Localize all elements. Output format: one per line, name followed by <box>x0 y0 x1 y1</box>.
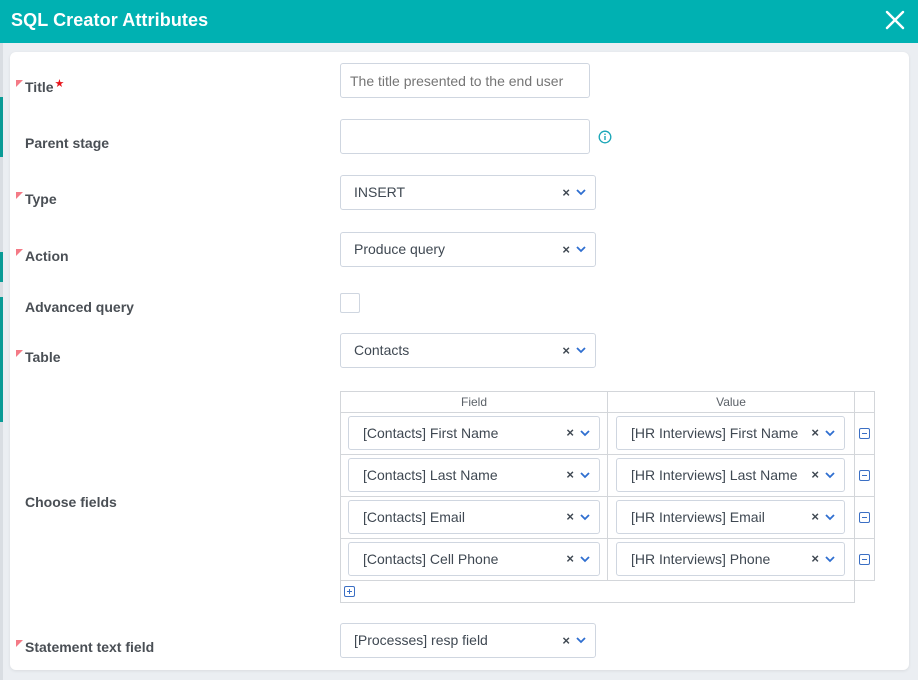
action-value: Produce query <box>354 241 446 257</box>
value-value: [HR Interviews] Email <box>631 509 765 525</box>
type-select[interactable]: INSERT × <box>340 175 596 210</box>
chevron-down-icon[interactable] <box>825 555 835 563</box>
table-value: Contacts <box>354 342 410 358</box>
field-value: [Contacts] Cell Phone <box>363 551 499 567</box>
chevron-down-icon[interactable] <box>580 555 590 563</box>
chevron-down-icon[interactable] <box>580 471 590 479</box>
required-flag-icon <box>16 249 23 256</box>
chevron-down-icon[interactable] <box>580 429 590 437</box>
close-icon[interactable] <box>884 9 906 31</box>
clear-icon[interactable]: × <box>811 501 819 533</box>
remove-row-icon[interactable] <box>859 512 870 523</box>
required-flag-icon <box>16 350 23 357</box>
value-select[interactable]: [HR Interviews] Phone × <box>616 542 845 576</box>
clear-icon[interactable]: × <box>562 624 570 657</box>
grid-border <box>340 580 875 581</box>
dialog-header: SQL Creator Attributes <box>0 0 918 43</box>
table-label: Table <box>25 349 61 365</box>
parent-stage-label: Parent stage <box>25 135 110 151</box>
clear-icon[interactable]: × <box>566 543 574 575</box>
clear-icon[interactable]: × <box>562 334 570 367</box>
background-accent <box>0 97 3 157</box>
chevron-down-icon[interactable] <box>576 188 586 196</box>
parent-stage-input[interactable] <box>340 119 590 154</box>
value-select[interactable]: [HR Interviews] Last Name × <box>616 458 845 492</box>
type-value: INSERT <box>354 184 406 200</box>
value-value: [HR Interviews] First Name <box>631 425 799 441</box>
chevron-down-icon[interactable] <box>825 429 835 437</box>
value-value: [HR Interviews] Last Name <box>631 467 798 483</box>
remove-row-icon[interactable] <box>859 428 870 439</box>
field-value: [Contacts] Last Name <box>363 467 498 483</box>
grid-border <box>340 391 341 603</box>
clear-icon[interactable]: × <box>562 176 570 209</box>
add-row-icon[interactable] <box>344 586 355 597</box>
grid-border <box>340 496 875 497</box>
column-header-field: Field <box>460 395 487 409</box>
value-select[interactable]: [HR Interviews] Email × <box>616 500 845 534</box>
chevron-down-icon[interactable] <box>580 513 590 521</box>
field-value: [Contacts] First Name <box>363 425 499 441</box>
field-select[interactable]: [Contacts] Email × <box>348 500 600 534</box>
grid-border <box>854 391 855 603</box>
advanced-query-checkbox[interactable] <box>340 293 360 313</box>
choose-fields-label: Choose fields <box>25 494 117 510</box>
value-value: [HR Interviews] Phone <box>631 551 771 567</box>
value-select[interactable]: [HR Interviews] First Name × <box>616 416 845 450</box>
grid-border <box>340 602 855 603</box>
required-star-icon: ★ <box>54 78 65 90</box>
required-flag-icon <box>16 80 23 87</box>
clear-icon[interactable]: × <box>811 543 819 575</box>
title-label-text: Title <box>25 79 54 95</box>
background-accent <box>0 252 3 282</box>
dialog-title: SQL Creator Attributes <box>11 10 209 30</box>
grid-border <box>340 412 875 413</box>
clear-icon[interactable]: × <box>811 459 819 491</box>
field-mapping-grid: Field Value [Contacts] First Name × [HR … <box>340 391 875 603</box>
background-strip <box>0 42 3 680</box>
statement-text-field-label: Statement text field <box>25 639 155 655</box>
field-select[interactable]: [Contacts] Cell Phone × <box>348 542 600 576</box>
field-select[interactable]: [Contacts] Last Name × <box>348 458 600 492</box>
chevron-down-icon[interactable] <box>576 636 586 644</box>
statement-text-field-value: [Processes] resp field <box>354 632 488 648</box>
remove-row-icon[interactable] <box>859 470 870 481</box>
chevron-down-icon[interactable] <box>576 346 586 354</box>
remove-row-icon[interactable] <box>859 554 870 565</box>
field-select[interactable]: [Contacts] First Name × <box>348 416 600 450</box>
table-select[interactable]: Contacts × <box>340 333 596 368</box>
clear-icon[interactable]: × <box>566 459 574 491</box>
title-input[interactable] <box>340 63 590 98</box>
chevron-down-icon[interactable] <box>825 513 835 521</box>
action-select[interactable]: Produce query × <box>340 232 596 267</box>
clear-icon[interactable]: × <box>566 501 574 533</box>
title-label: Title★ <box>25 78 65 95</box>
required-flag-icon <box>16 192 23 199</box>
statement-text-field-select[interactable]: [Processes] resp field × <box>340 623 596 658</box>
action-label: Action <box>25 248 69 264</box>
clear-icon[interactable]: × <box>562 233 570 266</box>
grid-border <box>340 538 875 539</box>
clear-icon[interactable]: × <box>811 417 819 449</box>
background-accent <box>0 297 3 422</box>
grid-border <box>874 391 875 581</box>
info-icon[interactable] <box>598 130 612 144</box>
grid-border <box>607 391 608 580</box>
required-flag-icon <box>16 640 23 647</box>
field-value: [Contacts] Email <box>363 509 465 525</box>
column-header-value: Value <box>716 395 746 409</box>
clear-icon[interactable]: × <box>566 417 574 449</box>
grid-border <box>340 454 875 455</box>
advanced-query-label: Advanced query <box>25 299 134 315</box>
chevron-down-icon[interactable] <box>825 471 835 479</box>
chevron-down-icon[interactable] <box>576 245 586 253</box>
type-label: Type <box>25 191 57 207</box>
